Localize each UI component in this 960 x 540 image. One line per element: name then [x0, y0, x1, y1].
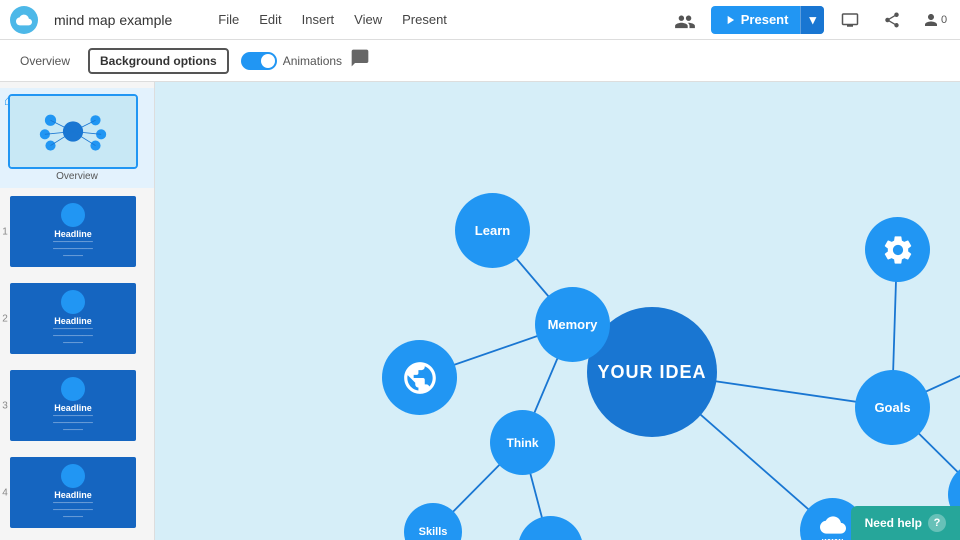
slide-item-1[interactable]: 1 Headline ──────────────────── — [0, 188, 154, 275]
present-label: Present — [711, 6, 801, 33]
mindmap-canvas[interactable]: YOUR IDEA Learn Memory Think Share Skill… — [155, 82, 960, 540]
present-dropdown[interactable]: ▾ — [800, 6, 824, 34]
menu-view[interactable]: View — [344, 12, 392, 27]
node-skills[interactable]: Skills — [404, 503, 462, 540]
app-title: mind map example — [54, 12, 172, 28]
node-goals-label: Goals — [874, 400, 910, 415]
node-learn-label: Learn — [475, 223, 510, 238]
menu-file[interactable]: File — [208, 12, 249, 27]
slide-thumb-3: Headline ──────────────────── — [8, 368, 138, 443]
animations-label: Animations — [283, 54, 342, 68]
collaborate-icon[interactable] — [669, 4, 701, 36]
node-your-idea-label: YOUR IDEA — [597, 362, 706, 383]
need-help-icon: ? — [928, 514, 946, 532]
menu-bar: File Edit Insert View Present — [208, 12, 457, 27]
slide-item-4[interactable]: 4 Headline ──────────────────── — [0, 449, 154, 536]
user-count: 0 — [941, 14, 947, 26]
node-globe[interactable] — [382, 340, 457, 415]
sidebar: ⌂ — [0, 82, 155, 540]
slide-thumb-1: Headline ──────────────────── — [8, 194, 138, 269]
main: ⌂ — [0, 82, 960, 540]
slide-overview[interactable]: ⌂ — [0, 88, 154, 188]
menu-insert[interactable]: Insert — [292, 12, 345, 27]
node-goals[interactable]: Goals — [855, 370, 930, 445]
app-icon — [10, 6, 38, 34]
overview-label: Overview — [8, 171, 146, 182]
slide-item-3[interactable]: 3 Headline ──────────────────── — [0, 362, 154, 449]
user-icon[interactable]: 0 — [918, 4, 950, 36]
monitor-icon[interactable] — [834, 4, 866, 36]
slide-thumb-overview — [8, 94, 138, 169]
slide-item-2[interactable]: 2 Headline ──────────────────── — [0, 275, 154, 362]
topbar: mind map example File Edit Insert View P… — [0, 0, 960, 40]
node-think-label: Think — [507, 436, 539, 450]
node-memory-label: Memory — [548, 317, 598, 332]
comment-icon[interactable] — [350, 48, 370, 73]
present-button[interactable]: Present ▾ — [711, 6, 824, 34]
node-www-label: www — [822, 536, 843, 540]
toolbar: Overview Background options Animations — [0, 40, 960, 82]
animations-toggle[interactable] — [241, 52, 277, 70]
menu-edit[interactable]: Edit — [249, 12, 291, 27]
share-icon[interactable] — [876, 4, 908, 36]
menu-present[interactable]: Present — [392, 12, 457, 27]
node-think[interactable]: Think — [490, 410, 555, 475]
overview-tab[interactable]: Overview — [10, 54, 80, 68]
slide-thumb-2: Headline ──────────────────── — [8, 281, 138, 356]
node-skills-label: Skills — [419, 526, 448, 538]
need-help-button[interactable]: Need help ? — [851, 506, 960, 540]
background-options-button[interactable]: Background options — [88, 48, 229, 74]
node-gear[interactable] — [865, 217, 930, 282]
animations-toggle-container: Animations — [241, 52, 342, 70]
toolbar-right: Present ▾ 0 — [669, 4, 950, 36]
toggle-thumb — [261, 54, 275, 68]
node-memory[interactable]: Memory — [535, 287, 610, 362]
node-learn[interactable]: Learn — [455, 193, 530, 268]
need-help-label: Need help — [865, 516, 922, 530]
node-share[interactable]: Share — [518, 516, 583, 540]
slide-thumb-4: Headline ──────────────────── — [8, 455, 138, 530]
